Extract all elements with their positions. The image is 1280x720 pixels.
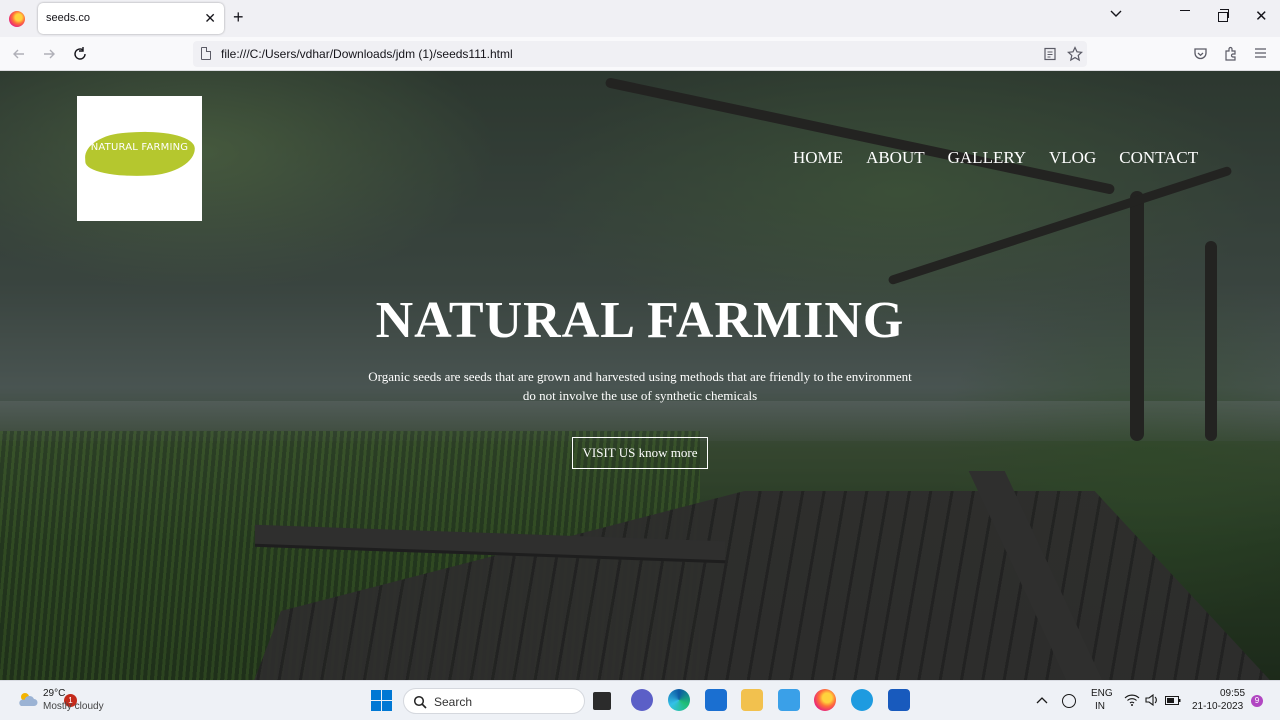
wifi-icon[interactable] bbox=[1124, 694, 1140, 706]
taskbar-search[interactable]: Search bbox=[403, 688, 585, 714]
reload-icon[interactable] bbox=[71, 45, 89, 63]
task-view-icon[interactable] bbox=[593, 692, 611, 710]
windows-start-icon[interactable] bbox=[370, 689, 392, 711]
notification-badge[interactable]: 9 bbox=[1251, 695, 1263, 707]
chevron-down-icon[interactable] bbox=[1109, 9, 1123, 19]
forward-icon[interactable] bbox=[40, 45, 58, 63]
firefox-icon[interactable] bbox=[9, 11, 25, 27]
microsoft-store-icon[interactable] bbox=[705, 689, 727, 711]
reader-view-icon[interactable] bbox=[1043, 47, 1057, 61]
logo-text: NATURAL FARMING bbox=[90, 142, 189, 153]
nav-contact[interactable]: CONTACT bbox=[1119, 148, 1198, 168]
volume-icon[interactable] bbox=[1145, 694, 1159, 706]
weather-cloud-icon[interactable] bbox=[16, 691, 38, 707]
url-text[interactable]: file:///C:/Users/vdhar/Downloads/jdm (1)… bbox=[221, 47, 513, 61]
address-bar[interactable]: file:///C:/Users/vdhar/Downloads/jdm (1)… bbox=[193, 41, 1087, 67]
file-explorer-icon[interactable] bbox=[741, 689, 763, 711]
internet-explorer-icon[interactable] bbox=[851, 689, 873, 711]
nav-gallery[interactable]: GALLERY bbox=[948, 148, 1026, 168]
logo-brush-stroke bbox=[83, 129, 197, 179]
extensions-icon[interactable] bbox=[1223, 46, 1238, 61]
clock-time[interactable]: 09:55 bbox=[1220, 688, 1245, 699]
mysql-workbench-icon[interactable] bbox=[778, 689, 800, 711]
close-tab-icon[interactable]: ✕ bbox=[204, 9, 216, 27]
weather-condition[interactable]: Mostly cloudy bbox=[43, 701, 104, 712]
hero-title: NATURAL FARMING bbox=[375, 292, 905, 349]
chevron-up-icon[interactable] bbox=[1036, 696, 1048, 704]
main-nav: HOME ABOUT GALLERY VLOG CONTACT bbox=[793, 148, 1221, 168]
restore-icon[interactable] bbox=[1218, 9, 1229, 22]
word-icon[interactable] bbox=[888, 689, 910, 711]
language-line-2[interactable]: IN bbox=[1095, 701, 1105, 712]
tab-strip: seeds.co ✕ + ✕ bbox=[0, 0, 1280, 37]
hero-section: NATURAL FARMING HOME ABOUT GALLERY VLOG … bbox=[0, 71, 1280, 680]
navigation-toolbar: file:///C:/Users/vdhar/Downloads/jdm (1)… bbox=[0, 37, 1280, 71]
visit-us-button[interactable]: VISIT US know more bbox=[572, 437, 708, 469]
firefox-taskbar-icon[interactable] bbox=[814, 689, 836, 711]
hero-subtitle-line-1: Organic seeds are seeds that are grown a… bbox=[368, 369, 912, 384]
tab-active[interactable]: seeds.co ✕ bbox=[38, 3, 224, 34]
nav-about[interactable]: ABOUT bbox=[866, 148, 925, 168]
search-icon bbox=[413, 695, 427, 709]
onedrive-icon[interactable] bbox=[1062, 694, 1076, 708]
hero-subtitle: Organic seeds are seeds that are grown a… bbox=[0, 367, 1280, 405]
site-logo[interactable]: NATURAL FARMING bbox=[77, 96, 202, 221]
hero-subtitle-line-2: do not involve the use of synthetic chem… bbox=[522, 388, 758, 403]
language-line-1[interactable]: ENG bbox=[1091, 688, 1113, 699]
new-tab-icon[interactable]: + bbox=[233, 8, 244, 26]
page-icon bbox=[201, 47, 211, 60]
battery-icon[interactable] bbox=[1165, 696, 1181, 705]
taskbar: 1 29°C Mostly cloudy Search ENG IN 09:55… bbox=[0, 680, 1280, 720]
bookmark-star-icon[interactable] bbox=[1067, 46, 1083, 62]
weather-temperature[interactable]: 29°C bbox=[43, 688, 65, 699]
minimize-icon[interactable] bbox=[1180, 10, 1190, 11]
tab-title: seeds.co bbox=[46, 12, 91, 24]
pocket-icon[interactable] bbox=[1193, 47, 1208, 61]
edge-browser-icon[interactable] bbox=[668, 689, 690, 711]
search-placeholder: Search bbox=[434, 695, 473, 709]
nav-home[interactable]: HOME bbox=[793, 148, 843, 168]
menu-hamburger-icon[interactable] bbox=[1254, 47, 1267, 59]
teams-chat-icon[interactable] bbox=[631, 689, 653, 711]
nav-vlog[interactable]: VLOG bbox=[1049, 148, 1096, 168]
window-close-icon[interactable]: ✕ bbox=[1255, 9, 1268, 25]
back-icon[interactable] bbox=[10, 45, 28, 63]
clock-date[interactable]: 21-10-2023 bbox=[1192, 701, 1243, 712]
